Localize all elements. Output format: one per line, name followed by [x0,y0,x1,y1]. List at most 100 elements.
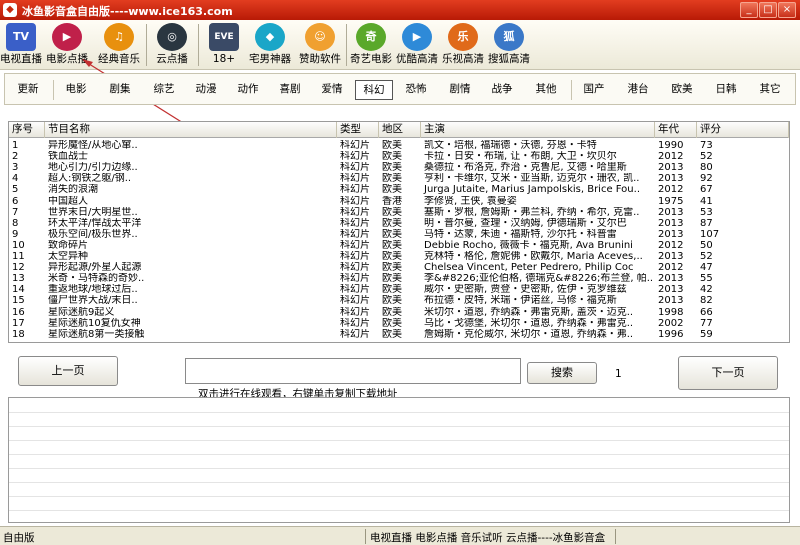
column-header-title[interactable]: 节目名称 [45,122,337,138]
cell-region: 香港 [382,195,402,207]
table-row[interactable]: 4 超人:钢铁之躯/钢.. 科幻片 欧美 亨利・卡维尔, 艾米・亚当斯, 迈克尔・珊农,… [9,173,789,184]
category-variety[interactable]: 综艺 [149,80,179,100]
table-row[interactable]: 3 地心引力/引力边缘.. 科幻片 欧美 桑德拉・布洛克, 乔治・克鲁尼, 艾德・哈里斯… [9,162,789,173]
cell-cast: 塞斯・罗根, 詹姆斯・弗兰科, 乔纳・希尔, 克雷.. [424,206,640,218]
cell-region: 欧美 [382,140,402,151]
category-update[interactable]: 更新 [13,80,43,100]
column-header-region[interactable]: 地区 [379,122,421,138]
cell-year: 1975 [658,195,684,207]
log-row-line [9,510,789,511]
region-western[interactable]: 欧美 [667,80,697,100]
category-movie[interactable]: 电影 [61,80,91,100]
cell-region: 欧美 [382,173,402,185]
region-hk-tw[interactable]: 港台 [623,80,653,100]
cell-year: 2013 [658,162,684,174]
cell-rating: 92 [700,173,713,185]
cell-index: 10 [12,239,25,251]
table-row[interactable]: 17 星际迷航10复仇女神 科幻片 欧美 乌比・戈德堡, 米切尔・道恩, 乔纳森・弗雷克… [9,318,789,329]
cell-region: 欧美 [382,306,402,318]
cell-title: 消失的浪潮 [48,184,98,196]
cell-title: 重返地球/地球过后.. [48,284,138,296]
cell-rating: 41 [700,195,713,207]
cell-type: 科幻片 [340,184,370,196]
category-comedy[interactable]: 喜剧 [275,80,305,100]
cell-year: 2002 [658,317,684,329]
cell-title: 中国超人 [48,195,88,207]
table-row[interactable]: 12 异形起源/外星人起源 科幻片 欧美 Chelsea Vincent, Peter … [9,262,789,273]
cell-type: 科幻片 [340,217,370,229]
column-header-index[interactable]: 序号 [9,122,45,138]
table-row[interactable]: 10 致命碎片 科幻片 欧美 Debbie Rocho, 薇薇卡・福克斯, Ava Br… [9,240,789,251]
table-row[interactable]: 7 世界末日/大明星世.. 科幻片 欧美 塞斯・罗根, 詹姆斯・弗兰科, 乔纳・希尔, … [9,207,789,218]
region-mainland[interactable]: 国产 [579,80,609,100]
region-jp-kr[interactable]: 日韩 [711,80,741,100]
table-row[interactable]: 13 米奇・马特森的奇妙.. 科幻片 欧美 李&#8226;亚伦伯格, 德瑞克&#822… [9,273,789,284]
table-row[interactable]: 5 消失的浪潮 科幻片 欧美 Jurga Jutaite, Marius Jampols… [9,184,789,195]
status-divider [365,529,366,544]
cell-region: 欧美 [382,251,402,262]
cell-region: 欧美 [382,217,402,229]
log-row-line [9,468,789,469]
cell-rating: 73 [700,140,713,151]
column-header-rating[interactable]: 评分 [697,122,789,138]
table-row[interactable]: 18 星际迷航8第一类接触 科幻片 欧美 詹姆斯・克伦威尔, 米切尔・道恩, 乔纳森・弗… [9,329,789,340]
cell-type: 科幻片 [340,239,370,251]
category-romance[interactable]: 爱情 [317,80,347,100]
log-row-line [9,482,789,483]
cell-year: 1996 [658,328,684,340]
column-header-type[interactable]: 类型 [337,122,379,138]
category-drama[interactable]: 剧情 [445,80,475,100]
search-input[interactable] [185,358,521,384]
cell-cast: 亨利・卡维尔, 艾米・亚当斯, 迈克尔・珊农, 凯.. [424,173,640,185]
status-divider [615,529,616,544]
category-scifi[interactable]: 科幻 [355,80,393,100]
cell-year: 2012 [658,184,684,196]
cell-title: 地心引力/引力边缘.. [48,162,138,174]
search-button[interactable]: 搜索 [527,362,597,384]
cell-title: 致命碎片 [48,239,88,251]
region-other[interactable]: 其它 [755,80,785,100]
cell-index: 13 [12,273,25,285]
cell-index: 11 [12,251,25,262]
cell-index: 1 [12,140,19,151]
category-series[interactable]: 剧集 [105,80,135,100]
column-header-cast[interactable]: 主演 [421,122,655,138]
status-edition: 自由版 [3,532,35,544]
cell-title: 太空异种 [48,251,88,262]
category-anime[interactable]: 动漫 [191,80,221,100]
log-panel[interactable] [8,397,790,523]
table-row[interactable]: 2 铁血战士 科幻片 欧美 卡拉・日安・布瑞, 让・布朗, 大卫・坎贝尔 2012 52 [9,151,789,162]
column-header-year[interactable]: 年代 [655,122,697,138]
cell-region: 欧美 [382,317,402,329]
table-row[interactable]: 15 僵尸世界大战/末日.. 科幻片 欧美 布拉德・皮特, 米瑞・伊诺丝, 马修・福克斯… [9,295,789,306]
cell-type: 科幻片 [340,195,370,207]
cell-index: 15 [12,295,25,307]
category-war[interactable]: 战争 [487,80,517,100]
cell-cast: 詹姆斯・克伦威尔, 米切尔・道恩, 乔纳森・弗.. [424,328,634,340]
category-other[interactable]: 其他 [531,80,561,100]
table-row[interactable]: 14 重返地球/地球过后.. 科幻片 欧美 威尔・史密斯, 贾登・史密斯, 佐伊・克罗维… [9,284,789,295]
cell-type: 科幻片 [340,262,370,274]
cell-rating: 52 [700,251,713,262]
table-row[interactable]: 9 极乐空间/极乐世界.. 科幻片 欧美 马特・达蒙, 朱迪・福斯特, 沙尔托・科普雷 2… [9,229,789,240]
table-row[interactable]: 6 中国超人 科幻片 香港 李修贤, 王侠, 袁曼姿 1975 41 [9,196,789,207]
cell-year: 2013 [658,206,684,218]
table-row[interactable]: 1 异形魔怪/从地心窜.. 科幻片 欧美 凯文・培根, 福瑞德・沃德, 芬恩・卡特 199… [9,140,789,151]
prev-page-button[interactable]: 上一页 [18,356,118,386]
cell-index: 3 [12,162,19,174]
next-page-button[interactable]: 下一页 [678,356,778,390]
cell-cast: 马特・达蒙, 朱迪・福斯特, 沙尔托・科普雷 [424,228,617,240]
cell-year: 2013 [658,251,684,262]
table-row[interactable]: 11 太空异种 科幻片 欧美 克林特・格伦, 詹妮佛・欧戴尔, Maria Aceves… [9,251,789,262]
cell-region: 欧美 [382,273,402,285]
cell-index: 16 [12,306,25,318]
cell-index: 18 [12,328,25,340]
table-row[interactable]: 8 环太平洋/悍战太平洋 科幻片 欧美 明・普尔曼, 查理・汉纳姆, 伊德瑞斯・艾尔巴 2… [9,218,789,229]
category-divider [53,80,54,100]
category-horror[interactable]: 恐怖 [401,80,431,100]
cell-rating: 80 [700,162,713,174]
log-row-line [9,454,789,455]
cell-region: 欧美 [382,295,402,307]
table-row[interactable]: 16 星际迷航9起义 科幻片 欧美 米切尔・道恩, 乔纳森・弗雷克斯, 盖茨・迈克.. 1… [9,307,789,318]
category-action[interactable]: 动作 [233,80,263,100]
